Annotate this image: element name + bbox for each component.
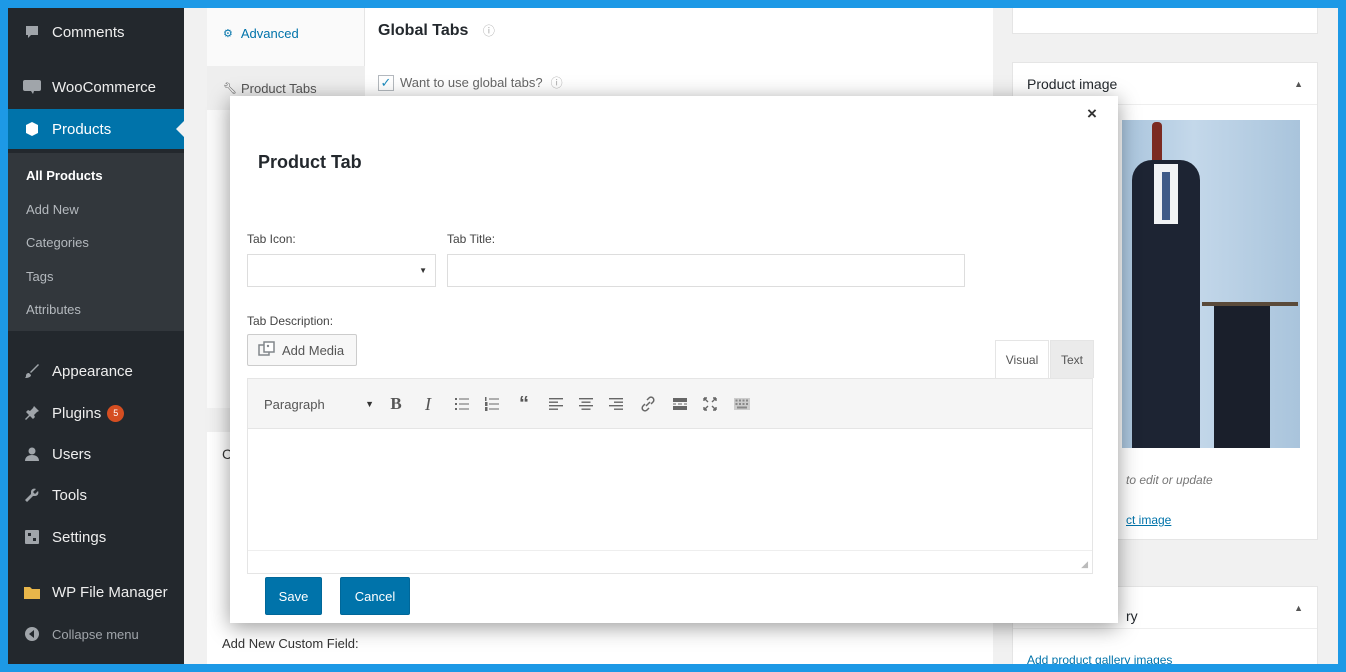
gear-icon: ⚙ <box>223 27 233 40</box>
products-submenu: All Products Add New Categories Tags Att… <box>8 153 184 331</box>
tab-label: Advanced <box>240 25 299 41</box>
users-icon <box>22 444 42 464</box>
align-right-icon[interactable] <box>604 392 628 416</box>
tab-title-label: Tab Title: <box>447 232 496 246</box>
sidebar-item-label: Plugins <box>52 404 102 422</box>
toolbar-toggle-icon[interactable] <box>730 392 754 416</box>
tab-advanced[interactable]: ⚙ Advanced <box>207 11 365 55</box>
tab-title-input[interactable] <box>447 254 965 287</box>
brush-icon <box>22 361 42 381</box>
tab-description-label: Tab Description: <box>247 314 334 328</box>
modal-title: Product Tab <box>258 152 362 172</box>
tab-text[interactable]: Text <box>1050 340 1094 378</box>
cancel-button[interactable]: Cancel <box>340 577 410 615</box>
image-hint-text: to edit or update <box>1126 473 1213 487</box>
sidebar-item-label: WP File Manager <box>52 583 168 601</box>
collapse-menu-label: Collapse menu <box>52 626 139 642</box>
add-custom-field-label: Add New Custom Field: <box>222 636 359 651</box>
woocommerce-icon <box>22 77 42 97</box>
products-icon <box>22 119 42 139</box>
sidebar-item-comments[interactable]: Comments <box>8 12 184 52</box>
sidebar-item-label: WooCommerce <box>52 78 156 96</box>
publish-box-fragment <box>1012 8 1318 34</box>
plugin-icon <box>22 403 42 423</box>
sidebar-item-label: Appearance <box>52 362 133 380</box>
submenu-item-tags[interactable]: Tags <box>26 269 53 284</box>
product-image-title: Product image <box>1027 75 1118 92</box>
global-tabs-checkbox-label: Want to use global tabs? <box>400 75 543 90</box>
sidebar-item-products[interactable]: Products <box>8 109 184 149</box>
media-icon <box>258 340 276 360</box>
screenshot-frame: Comments WooCommerce Products All Produc… <box>8 8 1338 664</box>
description-editor: Paragraph ▼ B I “ ◢ <box>247 378 1093 574</box>
sidebar-item-label: Tools <box>52 486 88 504</box>
close-icon[interactable]: × <box>1082 104 1102 124</box>
sidebar-item-wp-file-manager[interactable]: WP File Manager <box>8 572 184 612</box>
sidebar-item-settings[interactable]: Settings <box>8 517 184 557</box>
editor-toolbar: Paragraph ▼ B I “ <box>248 379 1092 429</box>
sidebar-item-label: Products <box>52 120 112 138</box>
settings-icon <box>22 527 42 547</box>
folder-icon <box>22 582 42 602</box>
sidebar-item-woocommerce[interactable]: WooCommerce <box>8 67 184 107</box>
format-select[interactable]: Paragraph ▼ <box>254 391 378 417</box>
resize-handle-icon[interactable]: ◢ <box>1081 559 1088 570</box>
help-icon[interactable]: ⓘ <box>551 74 563 91</box>
admin-sidebar: Comments WooCommerce Products All Produc… <box>8 8 184 664</box>
sidebar-item-users[interactable]: Users <box>8 434 184 474</box>
chevron-down-icon: ▼ <box>365 399 374 409</box>
submenu-item-add-new[interactable]: Add New <box>26 202 79 217</box>
read-more-icon[interactable] <box>668 392 692 416</box>
plugins-update-badge: 5 <box>107 404 125 422</box>
sidebar-item-appearance[interactable]: Appearance <box>8 351 184 391</box>
save-button[interactable]: Save <box>265 577 322 615</box>
help-icon[interactable]: ⓘ <box>483 24 495 38</box>
tab-visual[interactable]: Visual <box>995 340 1049 378</box>
collapse-arrow-icon[interactable]: ▲ <box>1294 603 1303 613</box>
global-tabs-checkbox[interactable]: ✓ <box>378 74 394 91</box>
sidebar-item-label: Settings <box>52 528 107 546</box>
tab-label: Product Tabs <box>240 80 317 96</box>
chevron-down-icon: ▼ <box>419 266 427 275</box>
submenu-item-all-products[interactable]: All Products <box>26 168 103 183</box>
sidebar-item-label: Comments <box>52 23 125 41</box>
submenu-item-attributes[interactable]: Attributes <box>26 302 81 317</box>
remove-product-image-link[interactable]: ct image <box>1126 513 1171 527</box>
global-tabs-title: Global Tabs <box>378 22 469 39</box>
editor-status-bar: ◢ <box>248 550 1092 573</box>
sidebar-item-label: Users <box>52 445 92 463</box>
product-tab-modal: × Product Tab Tab Icon: ▼ Tab Title: Tab… <box>230 96 1118 623</box>
add-media-button[interactable]: Add Media <box>247 334 357 366</box>
align-left-icon[interactable] <box>544 392 568 416</box>
wrench-icon: 🔧︎ <box>223 82 237 95</box>
comment-icon <box>22 22 42 42</box>
tab-icon-select[interactable]: ▼ <box>247 254 436 287</box>
collapse-icon <box>22 624 42 644</box>
align-center-icon[interactable] <box>574 392 598 416</box>
bold-icon[interactable]: B <box>384 392 408 416</box>
product-image[interactable] <box>1122 120 1300 448</box>
numbered-list-icon[interactable] <box>480 392 504 416</box>
editor-content-area[interactable] <box>248 430 1092 550</box>
add-gallery-images-link[interactable]: Add product gallery images <box>1027 653 1172 664</box>
wrench-icon <box>22 485 42 505</box>
collapse-arrow-icon[interactable]: ▲ <box>1294 79 1303 89</box>
sidebar-item-plugins[interactable]: Plugins 5 <box>8 393 184 433</box>
product-gallery-title: ry <box>1126 608 1138 624</box>
link-icon[interactable] <box>636 392 660 416</box>
blockquote-icon[interactable]: “ <box>512 392 536 416</box>
add-media-label: Add Media <box>282 342 345 358</box>
global-tabs-heading: Global Tabs ⓘ <box>378 22 495 40</box>
collapse-menu-button[interactable]: Collapse menu <box>8 614 184 654</box>
format-select-value: Paragraph <box>264 396 325 412</box>
bullet-list-icon[interactable] <box>450 392 474 416</box>
global-tabs-checkbox-row: ✓ Want to use global tabs? ⓘ <box>378 74 563 91</box>
submenu-item-categories[interactable]: Categories <box>26 235 89 250</box>
sidebar-item-tools[interactable]: Tools <box>8 475 184 515</box>
tab-icon-label: Tab Icon: <box>247 232 296 246</box>
italic-icon[interactable]: I <box>416 392 440 416</box>
fullscreen-icon[interactable] <box>698 392 722 416</box>
